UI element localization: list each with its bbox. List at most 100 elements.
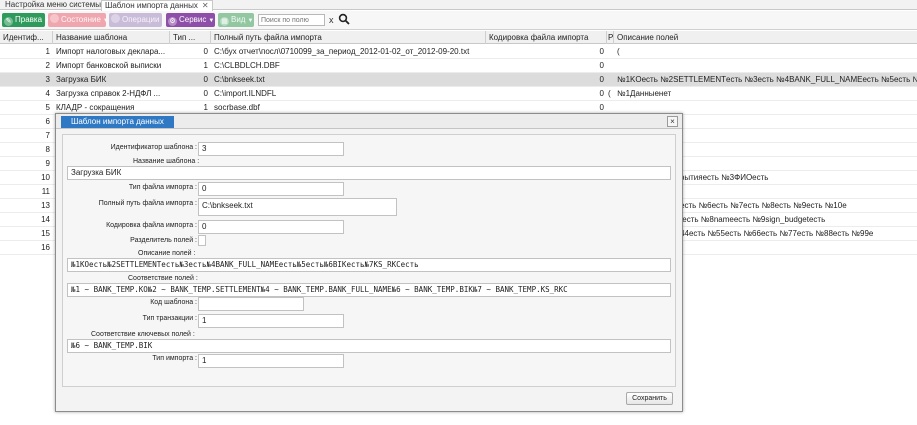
grid-icon: ▦ — [220, 17, 229, 26]
tab-label: Настройка меню системы — [5, 0, 101, 9]
tab-import-template[interactable]: Шаблон импорта данных ✕ — [101, 0, 213, 11]
view-menu-button[interactable]: ▦ Вид ▼ — [218, 13, 254, 27]
encoding-label: Кодировка файла импорта : — [106, 222, 197, 229]
col-header-path[interactable]: Полный путь файла импорта — [211, 31, 486, 44]
file-type-field[interactable]: 0 — [198, 182, 344, 196]
cell-id: 4 — [45, 89, 50, 98]
key-fields-mapping-field[interactable]: №6 ~ BANK_TEMP.BIK — [67, 339, 671, 353]
col-header-id[interactable]: Идентиф... — [0, 31, 53, 44]
cell-id: 11 — [41, 187, 50, 196]
cell-r — [607, 59, 614, 73]
cell-id: 8 — [45, 145, 50, 154]
cell-id: 13 — [41, 201, 50, 210]
encoding-field[interactable]: 0 — [198, 220, 344, 234]
cell-description: ( — [617, 47, 620, 56]
separator-label: Разделитель полей : — [130, 237, 197, 244]
cell-type: 1 — [203, 61, 208, 70]
file-path-field[interactable]: C:\bnkseek.txt — [198, 198, 397, 216]
template-name-label: Название шаблона : — [133, 158, 200, 165]
save-button[interactable]: Сохранить — [626, 392, 673, 405]
col-header-encoding[interactable]: Кодировка файла импорта — [486, 31, 607, 44]
col-header-description[interactable]: Описание полей — [614, 31, 917, 44]
gear-icon: ⚙ — [168, 17, 177, 26]
cell-type: 0 — [203, 75, 208, 84]
transaction-type-field[interactable]: 1 — [198, 314, 344, 328]
cell-encoding: 0 — [599, 61, 604, 70]
fields-mapping-field[interactable]: №1 ~ BANK_TEMP.KO№2 ~ BANK_TEMP.SETTLEME… — [67, 283, 671, 297]
cell-name: Загрузка БИК — [56, 75, 107, 84]
table-row[interactable]: 1 Импорт налоговых деклара... 0 C:\бух отче… — [0, 45, 917, 59]
grid-header: Идентиф... Название шаблона Тип ... Полн… — [0, 31, 917, 44]
cell-path: C:\бух отчет\посл\0710099_за_период_2012… — [214, 47, 470, 56]
col-header-r[interactable]: Р — [607, 31, 614, 44]
cell-r — [607, 45, 614, 59]
template-name-field[interactable]: Загрузка БИК — [67, 166, 671, 180]
search-input[interactable] — [258, 14, 325, 26]
table-row[interactable]: 3 Загрузка БИК 0 C:\bnkseek.txt 0 №1KOесть №2… — [0, 73, 917, 87]
edit-menu-button[interactable]: ✎ Правка ▼ — [2, 13, 50, 27]
col-header-type[interactable]: Тип ... — [170, 31, 211, 44]
cell-id: 3 — [45, 75, 50, 84]
template-code-field[interactable] — [198, 297, 304, 311]
service-menu-label: Сервис — [179, 15, 207, 24]
edit-icon: ✎ — [4, 17, 13, 26]
fields-description-field[interactable]: №1KOесть№2SETTLEMENTесть№3есть№4BANK_FUL… — [67, 258, 671, 272]
import-type-field[interactable]: 1 — [198, 354, 344, 368]
clear-search-button[interactable]: x — [329, 15, 334, 25]
operations-icon — [111, 14, 120, 23]
key-fields-mapping-label: Соответствие ключевых полей : — [91, 331, 195, 338]
service-menu-button[interactable]: ⚙ Сервис ▼ — [166, 13, 215, 27]
dialog-titlebar: Шаблон импорта данных × — [56, 114, 682, 129]
cell-description: №1Данныенет — [617, 89, 672, 98]
cell-id: 14 — [41, 215, 50, 224]
close-icon[interactable]: ✕ — [202, 1, 209, 10]
cell-encoding: 0 — [599, 89, 604, 98]
cell-r: ( — [608, 89, 611, 98]
cell-encoding: 0 — [599, 75, 604, 84]
state-icon — [50, 14, 59, 23]
chevron-down-icon: ▼ — [102, 18, 109, 24]
file-path-label: Полный путь файла импорта : — [98, 200, 197, 207]
col-header-name[interactable]: Название шаблона — [53, 31, 170, 44]
template-id-field[interactable]: 3 — [198, 142, 344, 156]
tab-menu-settings[interactable]: Настройка меню системы — [2, 0, 104, 10]
cell-name: Загрузка справок 2-НДФЛ ... — [56, 89, 161, 98]
table-row[interactable]: 4 Загрузка справок 2-НДФЛ ... 0 C:\import.I… — [0, 87, 917, 101]
state-menu-button[interactable]: Состояние ▼ — [48, 13, 109, 27]
operations-menu-label: Операции — [122, 15, 160, 24]
import-type-label: Тип импорта : — [152, 355, 197, 362]
separator-field[interactable] — [198, 235, 206, 246]
cell-name: Импорт банковской выписки — [56, 61, 162, 70]
cell-id: 15 — [41, 229, 50, 238]
cell-path: C:\CLBDLCH.DBF — [214, 61, 280, 70]
transaction-type-label: Тип транзакции : — [142, 315, 197, 322]
search-icon[interactable] — [338, 13, 350, 25]
cell-id: 9 — [45, 159, 50, 168]
view-menu-label: Вид — [231, 15, 246, 24]
state-menu-label: Состояние — [61, 15, 101, 24]
operations-menu-button[interactable]: Операции ▼ — [109, 13, 167, 27]
cell-path: C:\bnkseek.txt — [214, 75, 265, 84]
dialog-form: Идентификатор шаблона : 3 Название шабло… — [62, 134, 676, 387]
fields-description-label: Описание полей : — [138, 250, 196, 257]
tab-label: Шаблон импорта данных — [105, 1, 198, 10]
cell-encoding: 0 — [599, 47, 604, 56]
toolbar: ✎ Правка ▼ Состояние ▼ Операции ▼ ⚙ Сервис ▼ ▦… — [0, 11, 917, 30]
cell-description — [614, 59, 917, 73]
tab-strip: Настройка меню системы Шаблон импорта да… — [0, 0, 917, 11]
table-row[interactable]: 2 Импорт банковской выписки 1 C:\CLBDLCH.DB… — [0, 59, 917, 73]
import-template-dialog: Шаблон импорта данных × Идентификатор ша… — [55, 113, 683, 412]
cell-type: 0 — [203, 47, 208, 56]
cell-id: 2 — [45, 61, 50, 70]
template-id-label: Идентификатор шаблона : — [110, 144, 197, 151]
fields-mapping-label: Соответствие полей : — [128, 275, 198, 282]
cell-id: 10 — [41, 173, 50, 182]
close-icon[interactable]: × — [667, 116, 678, 127]
cell-id: 6 — [45, 117, 50, 126]
cell-name: Импорт налоговых деклара... — [56, 47, 166, 56]
file-type-label: Тип файла импорта : — [128, 184, 197, 191]
cell-id: 7 — [45, 131, 50, 140]
cell-r — [607, 73, 614, 87]
cell-id: 1 — [45, 47, 50, 56]
cell-type: 0 — [203, 89, 208, 98]
